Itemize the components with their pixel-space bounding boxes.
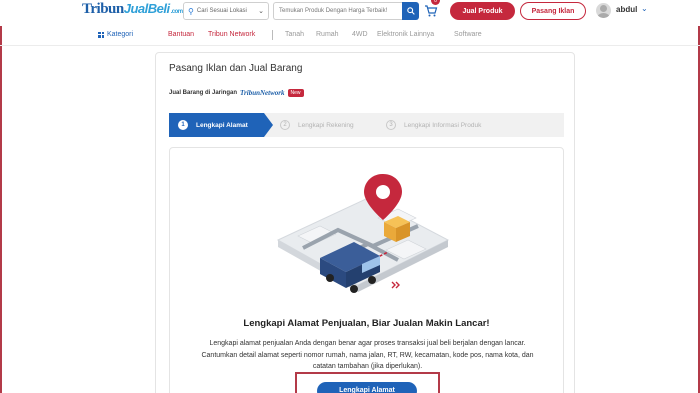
logo-suffix: .com — [170, 9, 184, 15]
user-avatar[interactable] — [596, 3, 611, 18]
search-button[interactable] — [402, 2, 419, 20]
cart-count-badge: 0 — [431, 0, 440, 5]
step-1[interactable]: 1 Lengkapi Alamat — [178, 120, 248, 130]
pasang-iklan-button[interactable]: Pasang Iklan — [520, 2, 586, 20]
page-title: Pasang Iklan dan Jual Barang — [169, 63, 303, 74]
cart-icon[interactable] — [424, 4, 438, 18]
search-input[interactable]: Temukan Produk Dengan Harga Terbaik! — [273, 2, 403, 20]
nav-category-4wd[interactable]: 4WD — [352, 31, 368, 38]
location-select-label: Cari Sesuai Lokasi — [196, 8, 247, 14]
step-3-label: Lengkapi Informasi Produk — [404, 121, 482, 129]
grid-icon — [98, 31, 104, 38]
nav-category-rumah[interactable]: Rumah — [316, 31, 339, 38]
location-pin-icon: ⚲ — [188, 6, 194, 16]
location-select[interactable]: ⚲ Cari Sesuai Lokasi ⌄ — [183, 2, 269, 20]
kategori-label: Kategori — [107, 31, 134, 38]
search-placeholder: Temukan Produk Dengan Harga Terbaik! — [279, 8, 388, 14]
step-2-label: Lengkapi Rekening — [298, 121, 354, 129]
search-icon — [406, 7, 415, 15]
tribun-network-logo: TribunNetwork — [240, 89, 285, 97]
username[interactable]: abdul — [616, 5, 637, 14]
chevron-down-icon: ⌄ — [258, 8, 264, 15]
logo-jualbeli-text: JualBeli — [123, 1, 170, 16]
step-1-label: Lengkapi Alamat — [196, 121, 248, 129]
delivery-map-illustration — [276, 174, 450, 293]
jual-produk-button[interactable]: Jual Produk — [450, 2, 515, 20]
step-2-number: 2 — [280, 120, 290, 130]
category-nav: Kategori Bantuan Tribun Network Tanah Ru… — [0, 28, 700, 46]
top-header: Tribun JualBeli .com ⚲ Cari Sesuai Lokas… — [0, 0, 700, 26]
network-row: Jual Barang di Jaringan TribunNetwork Ne… — [169, 89, 304, 97]
highlight-annotation-box — [295, 372, 440, 393]
stepper-arrow — [264, 113, 273, 137]
step-2[interactable]: 2 Lengkapi Rekening — [280, 120, 354, 130]
step-3[interactable]: 3 Lengkapi Informasi Produk — [386, 120, 481, 130]
nav-divider — [272, 30, 273, 40]
nav-category-tanah[interactable]: Tanah — [285, 31, 304, 38]
address-description: Lengkapi alamat penjualan Anda dengan be… — [201, 340, 534, 370]
logo-tribun-text: Tribun — [82, 1, 124, 17]
nav-category-software[interactable]: Software — [454, 31, 482, 38]
nav-category-elektronik[interactable]: Elektronik Lainnya — [377, 31, 434, 38]
nav-bantuan[interactable]: Bantuan — [168, 31, 194, 38]
new-badge: New — [287, 89, 304, 97]
address-headline: Lengkapi Alamat Penjualan, Biar Jualan M… — [243, 318, 490, 329]
network-label: Jual Barang di Jaringan — [169, 90, 238, 96]
site-logo[interactable]: Tribun JualBeli .com — [82, 1, 183, 21]
user-menu-chevron-icon[interactable]: ⌄ — [641, 4, 648, 13]
nav-tribun-network[interactable]: Tribun Network — [208, 31, 255, 38]
step-3-number: 3 — [386, 120, 396, 130]
step-1-number: 1 — [178, 120, 188, 130]
kategori-menu[interactable]: Kategori — [98, 31, 133, 38]
